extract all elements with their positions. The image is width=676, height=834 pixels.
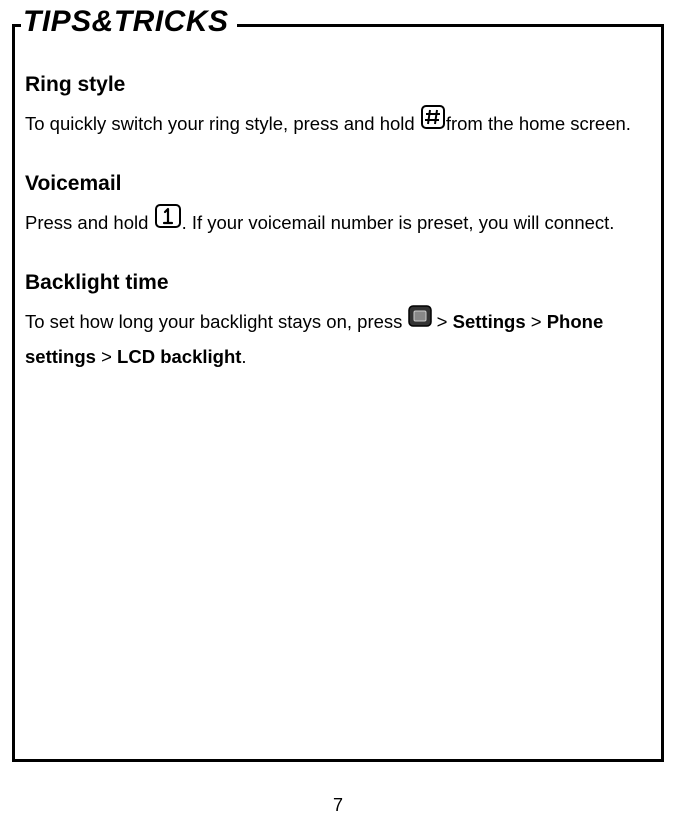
section-backlight: Backlight time To set how long your back… — [25, 267, 635, 374]
text-ring-style: To quickly switch your ring style, press… — [25, 107, 635, 143]
voicemail-text-2: . If your voicemail number is preset, yo… — [182, 212, 615, 233]
ring-text-1: To quickly switch your ring style, press… — [25, 113, 415, 134]
gt-1: > — [437, 311, 453, 332]
page-frame: TIPS&TRICKS Ring style To quickly switch… — [12, 24, 664, 762]
gt-3: > — [96, 346, 117, 367]
ring-text-2: from the home screen. — [446, 113, 631, 134]
section-voicemail: Voicemail Press and hold . If your voice… — [25, 168, 635, 241]
one-key-icon — [154, 204, 182, 239]
period: . — [241, 346, 246, 367]
text-backlight: To set how long your backlight stays on,… — [25, 305, 635, 374]
bold-lcd-backlight: LCD backlight — [117, 346, 241, 367]
gt-2: > — [526, 311, 547, 332]
page-content: Ring style To quickly switch your ring s… — [15, 27, 661, 420]
voicemail-text-1: Press and hold — [25, 212, 148, 233]
backlight-text-1: To set how long your backlight stays on,… — [25, 311, 408, 332]
page-title: TIPS&TRICKS — [21, 5, 237, 39]
menu-key-icon — [408, 304, 432, 338]
page-number: 7 — [0, 795, 676, 816]
bold-settings: Settings — [453, 311, 526, 332]
text-voicemail: Press and hold . If your voicemail numbe… — [25, 206, 635, 242]
hash-key-icon — [420, 105, 446, 140]
heading-ring-style: Ring style — [25, 69, 635, 101]
section-ring-style: Ring style To quickly switch your ring s… — [25, 69, 635, 142]
heading-voicemail: Voicemail — [25, 168, 635, 200]
heading-backlight: Backlight time — [25, 267, 635, 299]
